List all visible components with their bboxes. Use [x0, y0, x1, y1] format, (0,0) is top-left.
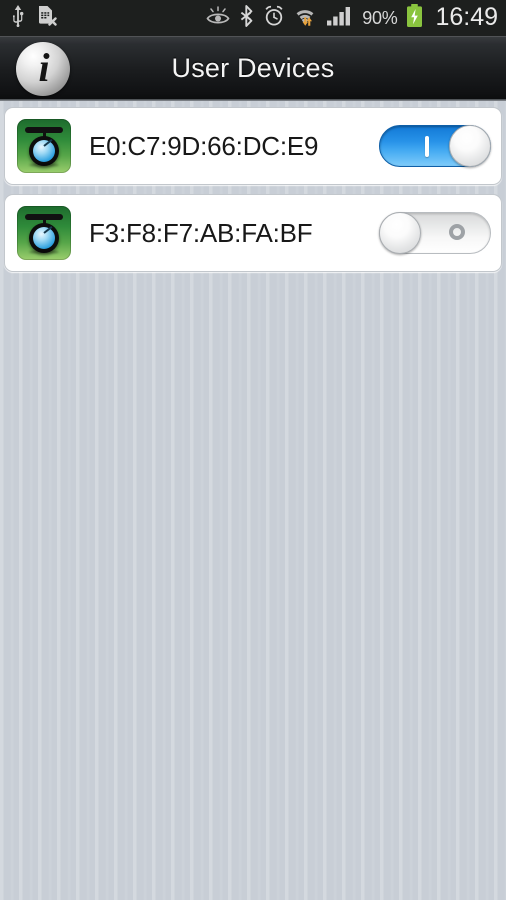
device-list: E0:C7:9D:66:DC:E9 F3:F8:F7:AB:FA:BF	[0, 101, 506, 272]
info-icon-glyph: i	[38, 44, 50, 90]
smart-stay-eye-icon	[206, 5, 230, 31]
gauge-device-icon	[17, 119, 71, 173]
page-title: User Devices	[171, 53, 335, 83]
device-mac-address: E0:C7:9D:66:DC:E9	[89, 130, 319, 161]
no-sim-card-icon	[38, 5, 57, 32]
clock-label: 16:49	[435, 2, 498, 31]
info-circle-icon[interactable]: i	[16, 41, 70, 96]
cellular-signal-icon	[327, 5, 353, 32]
alarm-clock-icon	[263, 5, 285, 32]
status-bar-right-icons: 90% 16:49	[206, 2, 498, 33]
gauge-device-icon	[17, 206, 71, 260]
battery-charging-icon	[406, 3, 423, 33]
action-bar: i User Devices	[0, 36, 506, 101]
toggle-knob[interactable]	[449, 125, 491, 167]
toggle-on-mark	[425, 136, 429, 157]
wifi-icon	[294, 5, 318, 32]
status-bar: 90% 16:49	[0, 0, 506, 36]
phone-screen: 90% 16:49 i User Devices E0:C7:9D:66:DC:…	[0, 0, 506, 900]
usb-icon	[10, 4, 26, 32]
list-item[interactable]: F3:F8:F7:AB:FA:BF	[4, 194, 502, 272]
status-bar-left-icons	[10, 4, 57, 32]
device-toggle-switch[interactable]	[379, 125, 491, 167]
bluetooth-icon	[239, 4, 254, 32]
toggle-off-mark	[449, 224, 465, 240]
toggle-knob[interactable]	[379, 212, 421, 254]
battery-percent-label: 90%	[362, 8, 398, 28]
gauge-shadow	[29, 250, 59, 254]
device-toggle-switch[interactable]	[379, 212, 491, 254]
list-item[interactable]: E0:C7:9D:66:DC:E9	[4, 107, 502, 185]
gauge-shadow	[29, 163, 59, 167]
device-mac-address: F3:F8:F7:AB:FA:BF	[89, 217, 313, 248]
